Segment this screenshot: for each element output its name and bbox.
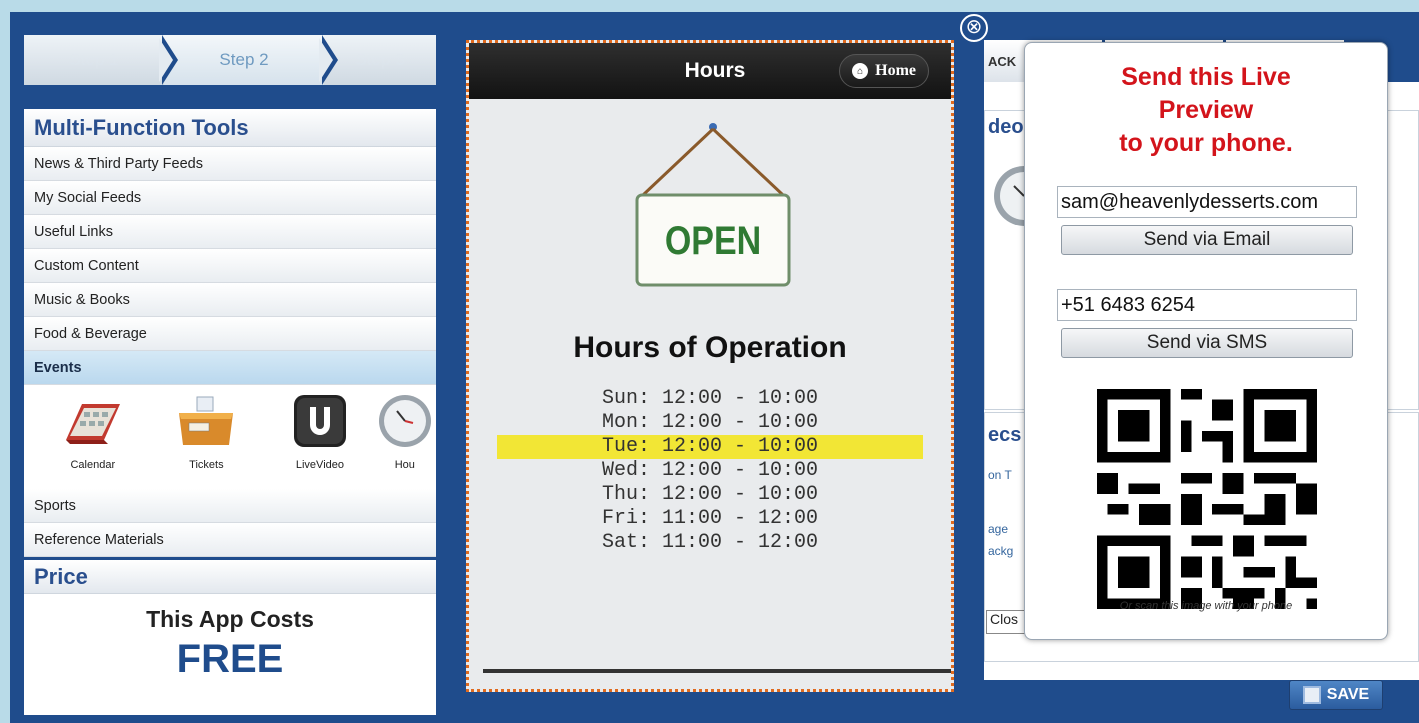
open-sign-text: OPEN [664,219,762,263]
video-section-title: deo [988,116,1024,138]
events-icons-row: Calendar Tickets LiveVideo Hou [24,385,436,489]
hours-row-sat: Sat: 11:00 - 12:00 [601,531,819,554]
hours-label: Hou [394,459,415,471]
hours-row-thu: Thu: 12:00 - 10:00 [601,483,819,506]
hours-row-sun: Sun: 12:00 - 10:00 [601,387,819,410]
settings-link-3[interactable]: ackg [988,544,1013,558]
step-3-label: Step 3 [355,50,405,69]
hours-list: Sun: 12:00 - 10:00 Mon: 12:00 - 10:00 Tu… [469,387,951,555]
price-caption: This App Costs [146,606,314,632]
settings-link-1[interactable]: on T [988,468,1012,482]
menu-item-custom[interactable]: Custom Content [24,249,436,283]
livevideo-icon [289,393,351,449]
hours-tool[interactable]: Hou [377,385,436,489]
price-value: FREE [176,637,284,681]
open-sign: OPEN [469,99,951,299]
menu-item-events[interactable]: Events [24,351,436,385]
step-1[interactable]: Step 1 [24,35,178,85]
tickets-tool[interactable]: Tickets [150,385,264,489]
save-label: SAVE [1326,686,1370,703]
tickets-icon [175,393,237,449]
price-panel: Price This App Costs FREE [24,560,436,715]
calendar-icon [62,393,124,449]
save-icon [1302,686,1321,704]
popup-title: Send this Live Preview to your phone. [1025,61,1387,160]
chevron-right-icon [159,35,178,85]
menu-item-sports[interactable]: Sports [24,489,436,523]
phone-bottom-bar [483,669,951,673]
livevideo-tool[interactable]: LiveVideo [263,385,377,489]
clock-icon [377,393,436,449]
tools-title: Multi-Function Tools [24,109,436,147]
step-2[interactable]: Step 2 [164,35,338,85]
tickets-label: Tickets [189,459,224,471]
hours-row-fri: Fri: 11:00 - 12:00 [601,507,819,530]
hours-row-wed: Wed: 12:00 - 10:00 [601,459,819,482]
qr-caption: Or scan this image with your phone [1119,600,1293,612]
menu-item-news[interactable]: News & Third Party Feeds [24,147,436,181]
step-1-label: Step 1 [69,50,119,69]
phone-preview: Hours ⌂ Home OPEN Hours of Operation Sun… [466,40,954,692]
phone-field[interactable]: +51 6483 6254 [1057,289,1357,321]
clock-icon [994,166,1028,226]
popup-title-line-1: Send this Live [1121,63,1291,91]
hours-heading: Hours of Operation [573,331,847,364]
phone-header: Hours ⌂ Home [469,43,951,99]
steps-bar: Step 1 Step 2 Step 3 [24,35,436,85]
phone-title: Hours [684,59,746,82]
menu-item-food[interactable]: Food & Beverage [24,317,436,351]
calendar-label: Calendar [70,459,116,471]
save-button[interactable]: SAVE [1289,680,1383,710]
menu-item-reference[interactable]: Reference Materials [24,523,436,557]
menu-item-links[interactable]: Useful Links [24,215,436,249]
popup-title-line-3: to your phone. [1119,129,1293,157]
settings-link-2[interactable]: age [988,522,1008,536]
popup-title-line-2: Preview [1158,96,1254,124]
hours-row-tue: Tue: 12:00 - 10:00 [497,435,923,459]
livevideo-label: LiveVideo [295,459,344,471]
specs-section-title: ecs [988,424,1022,446]
email-field[interactable]: sam@heavenlydesserts.com [1057,186,1357,218]
qr-code-icon [1097,389,1317,609]
hours-row-mon: Mon: 12:00 - 10:00 [601,411,819,434]
price-title: Price [24,560,436,594]
home-icon: ⌂ [852,63,869,79]
menu-item-music[interactable]: Music & Books [24,283,436,317]
multi-function-tools-panel: Multi-Function Tools News & Third Party … [24,109,436,557]
home-label: Home [875,62,916,79]
send-sms-button[interactable]: Send via SMS [1061,328,1353,358]
menu-item-social[interactable]: My Social Feeds [24,181,436,215]
home-button[interactable]: ⌂ Home [839,54,929,88]
step-2-label: Step 2 [219,50,269,69]
step-3[interactable]: Step 3 [324,35,436,85]
send-preview-popup: Send this Live Preview to your phone. sa… [1024,42,1388,640]
chevron-right-icon [319,35,338,85]
send-email-button[interactable]: Send via Email [1061,225,1353,255]
close-preview-icon[interactable]: ⊗ [960,14,988,42]
calendar-tool[interactable]: Calendar [36,385,150,489]
